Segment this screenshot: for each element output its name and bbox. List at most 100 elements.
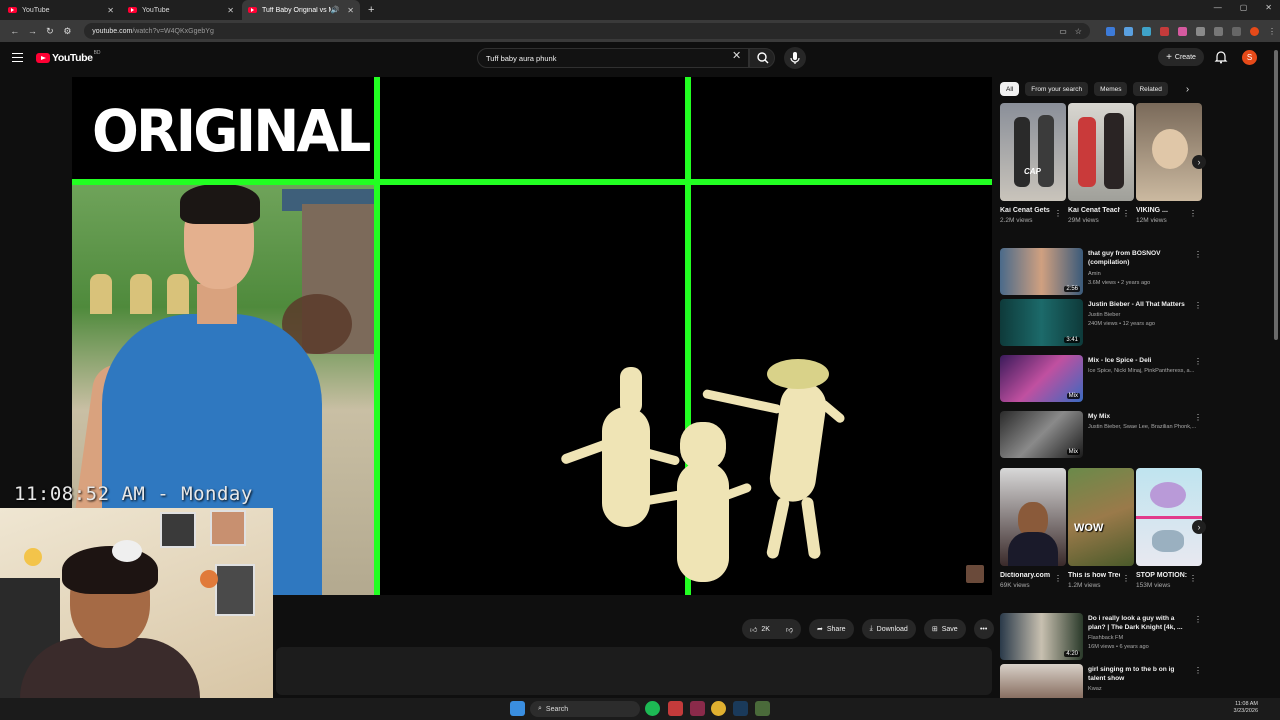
video-title[interactable]: that guy from BOSNOV (compilation) [1088,250,1188,267]
video-title[interactable]: Mix - Ice Spice - Deli [1088,357,1188,366]
browser-tab-1[interactable]: YouTube ✕ [2,0,120,20]
video-channel[interactable]: Justin Bieber [1088,312,1200,318]
mix-playlist[interactable]: Mix Mix - Ice Spice - Deli Ice Spice, Ni… [1000,355,1204,403]
short-menu-icon[interactable]: ⋮ [1189,209,1197,218]
short-title[interactable]: Kai Cenat Gets Sturdy... [1000,207,1052,214]
chrome-icon[interactable] [711,701,726,716]
maximize-icon[interactable]: ▢ [1240,3,1248,12]
close-icon[interactable]: ✕ [107,6,114,15]
app-icon[interactable] [668,701,683,716]
back-icon[interactable]: ← [6,26,24,36]
video-title[interactable]: girl singing m to the b on ig talent sho… [1088,666,1188,683]
description-box[interactable] [276,647,992,695]
taskbar-search[interactable]: ⌕ Search [530,701,640,717]
minimize-icon[interactable]: — [1214,3,1222,12]
taskbar-clock[interactable]: 11:08 AM 3/23/2026 [1234,701,1258,715]
close-icon[interactable]: ✕ [347,6,354,15]
download-button[interactable]: ⤓ Download [861,619,916,639]
video-thumbnail[interactable]: 4:20 [1000,613,1083,660]
windows-start-icon[interactable] [510,701,525,716]
video-title[interactable]: Justin Bieber - All That Matters [1088,301,1188,310]
extension-icon[interactable] [1141,26,1151,36]
more-actions-button[interactable]: ••• [973,619,994,639]
video-thumbnail[interactable]: 3:41 [1000,299,1083,346]
video-menu-icon[interactable]: ⋮ [1194,301,1202,310]
chip-memes[interactable]: Memes [1094,82,1128,96]
short-title[interactable]: Kai Cenat Teaches Ic... [1068,207,1120,214]
related-video[interactable]: 4:20 Do i really look a guy with a plan?… [1000,613,1204,661]
spotify-icon[interactable] [645,701,660,716]
sidebar-icon[interactable] [1231,26,1241,36]
extension-icon[interactable] [1177,26,1187,36]
bookmark-star-icon[interactable]: ☆ [1075,27,1082,36]
related-video[interactable]: 2:56 that guy from BOSNOV (compilation) … [1000,248,1204,296]
video-menu-icon[interactable]: ⋮ [1194,666,1202,675]
extension-icon[interactable] [1123,26,1133,36]
create-button[interactable]: + Create [1158,48,1204,66]
scrollbar-thumb[interactable] [1274,50,1278,340]
video-title[interactable]: Do i really look a guy with a plan? | Th… [1088,615,1188,632]
close-icon[interactable]: ✕ [227,6,234,15]
cast-icon[interactable]: ▭ [1059,27,1067,36]
video-menu-icon[interactable]: ⋮ [1194,413,1202,422]
youtube-logo[interactable]: YouTube BD [36,50,101,64]
search-input[interactable]: Tuff baby aura phunk [477,48,749,68]
short-title[interactable]: Dictionary.com Names "... [1000,572,1052,579]
video-thumbnail[interactable]: Mix [1000,355,1083,402]
short-thumbnail[interactable] [1136,103,1202,201]
shelf-next-icon[interactable]: › [1192,520,1206,534]
channel-watermark[interactable] [966,565,984,583]
video-thumbnail[interactable]: 2:56 [1000,248,1083,295]
video-channel[interactable]: Flashback FM [1088,635,1200,641]
short-menu-icon[interactable]: ⋮ [1189,574,1197,583]
related-video[interactable]: 3:41 Justin Bieber - All That Matters Ju… [1000,299,1204,347]
browser-tab-2[interactable]: YouTube ✕ [122,0,240,20]
short-menu-icon[interactable]: ⋮ [1122,209,1130,218]
reload-icon[interactable]: ↻ [41,26,59,37]
video-thumbnail[interactable]: Mix [1000,411,1083,458]
notifications-button[interactable] [1214,50,1228,69]
shelf-next-icon[interactable]: › [1192,155,1206,169]
chip-related[interactable]: Related [1133,82,1168,96]
speaker-icon[interactable]: 🔊 [331,6,340,14]
video-menu-icon[interactable]: ⋮ [1194,357,1202,366]
short-title[interactable]: STOP MOTION: ... [1136,572,1188,579]
video-thumbnail[interactable] [1000,664,1083,698]
short-menu-icon[interactable]: ⋮ [1054,574,1062,583]
app-icon[interactable] [690,701,705,716]
short-item[interactable]: CAP Kai Cenat Gets Sturdy... 2.2M views [1000,103,1066,224]
extensions-puzzle-icon[interactable] [1213,26,1223,36]
new-tab-button[interactable]: + [368,4,374,16]
related-video[interactable]: girl singing m to the b on ig talent sho… [1000,664,1204,698]
video-title[interactable]: My Mix [1088,413,1188,422]
forward-icon[interactable]: → [24,26,42,36]
hamburger-menu-icon[interactable] [12,53,23,62]
video-menu-icon[interactable]: ⋮ [1194,250,1202,259]
like-button[interactable]: 👍︎ 2K [742,619,778,639]
steam-icon[interactable] [733,701,748,716]
video-channel[interactable]: Kwaz [1088,686,1200,692]
voice-search-button[interactable] [784,47,806,69]
extension-icon[interactable] [1159,26,1169,36]
short-title[interactable]: VIKING ... [1136,207,1188,214]
save-button[interactable]: ⊞ Save [923,619,966,639]
short-title[interactable]: This is how Tree Trunk... [1068,572,1120,579]
menu-dots-icon[interactable]: ⋮ [1268,27,1276,36]
account-avatar[interactable]: S [1242,50,1257,65]
chip-all[interactable]: All [1000,82,1020,96]
mix-playlist[interactable]: Mix My Mix Justin Bieber, Swae Lee, Braz… [1000,411,1204,459]
site-info-icon[interactable]: ⚙ [59,26,77,37]
short-item[interactable]: Dictionary.com Names "... 69K views [1000,468,1066,589]
chip-from-your-search[interactable]: From your search [1025,82,1089,96]
short-menu-icon[interactable]: ⋮ [1054,209,1062,218]
short-thumbnail[interactable] [1136,468,1202,566]
chevron-right-icon[interactable]: › [1186,84,1189,95]
video-channel[interactable]: Amin [1088,271,1200,277]
short-thumbnail[interactable]: WOW [1068,468,1134,566]
short-menu-icon[interactable]: ⋮ [1122,574,1130,583]
short-item[interactable]: WOW This is how Tree Trunk... 1.2M views [1068,468,1134,589]
search-button[interactable] [749,48,775,68]
short-thumbnail[interactable] [1068,103,1134,201]
short-thumbnail[interactable]: CAP [1000,103,1066,201]
browser-tab-3[interactable]: Tuff Baby Original vs Meme 🔊 ✕ [242,0,360,20]
